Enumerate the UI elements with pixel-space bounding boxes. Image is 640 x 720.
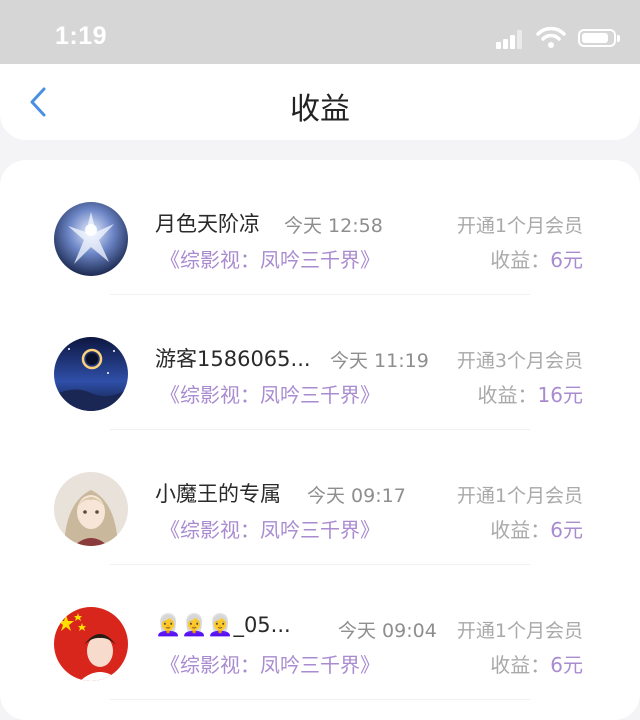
user-name: 👩‍🦳👩‍🦳👩‍🦳_05...: [155, 613, 291, 637]
earning: 收益：6元: [490, 514, 583, 543]
user-name: 小魔王的专属: [155, 482, 281, 506]
avatar: [54, 337, 128, 411]
user-name: 游客1586065...: [155, 347, 311, 371]
list-item[interactable]: 小魔王的专属 今天 09:17 开通1个月会员 《综影视：凤吟三千界》 收益：6…: [0, 430, 640, 565]
purchase-description: 开通1个月会员: [456, 215, 583, 237]
list-item[interactable]: 👩‍🦳👩‍🦳👩‍🦳_05... 今天 09:04 开通1个月会员 《综影视：凤吟…: [0, 565, 640, 700]
avatar: [54, 472, 128, 546]
list-item[interactable]: 游客1586065... 今天 11:19 开通3个月会员 《综影视：凤吟三千界…: [0, 295, 640, 430]
list-item[interactable]: 月色天阶凉 今天 12:58 开通1个月会员 《综影视：凤吟三千界》 收益：6元: [0, 160, 640, 295]
earning-amount: 6元: [550, 518, 583, 542]
purchase-description: 开通1个月会员: [456, 485, 583, 507]
timestamp: 今天 12:58: [284, 215, 383, 237]
book-title: 《综影视：凤吟三千界》: [160, 653, 380, 677]
timestamp: 今天 11:19: [330, 350, 429, 372]
book-title: 《综影视：凤吟三千界》: [160, 518, 380, 542]
navigation-bar: 收益: [0, 64, 640, 140]
earning-label: 收益：: [490, 653, 551, 677]
earning-label: 收益：: [490, 248, 551, 272]
purchase-description: 开通3个月会员: [456, 350, 583, 372]
page-title: 收益: [290, 92, 350, 127]
earnings-list: 月色天阶凉 今天 12:58 开通1个月会员 《综影视：凤吟三千界》 收益：6元: [0, 160, 640, 720]
purchase-description: 开通1个月会员: [456, 620, 583, 642]
signal-icon: [496, 29, 524, 49]
timestamp: 今天 09:17: [307, 485, 406, 507]
avatar: [54, 202, 128, 276]
avatar: [54, 607, 128, 681]
earning: 收益：6元: [490, 649, 583, 678]
book-title: 《综影视：凤吟三千界》: [160, 383, 380, 407]
earning: 收益：16元: [478, 379, 583, 408]
status-bar: 1:19: [0, 0, 640, 64]
timestamp: 今天 09:04: [338, 620, 437, 642]
wifi-icon: [536, 26, 566, 50]
earning-amount: 6元: [550, 248, 583, 272]
divider: [110, 699, 530, 700]
earning-amount: 6元: [550, 653, 583, 677]
earning-amount: 16元: [537, 383, 583, 407]
status-time: 1:19: [55, 22, 108, 50]
user-name: 月色天阶凉: [155, 212, 260, 236]
earning-label: 收益：: [490, 518, 551, 542]
earning-label: 收益：: [477, 383, 538, 407]
earning: 收益：6元: [490, 244, 583, 273]
battery-icon: [578, 29, 620, 47]
book-title: 《综影视：凤吟三千界》: [160, 248, 380, 272]
